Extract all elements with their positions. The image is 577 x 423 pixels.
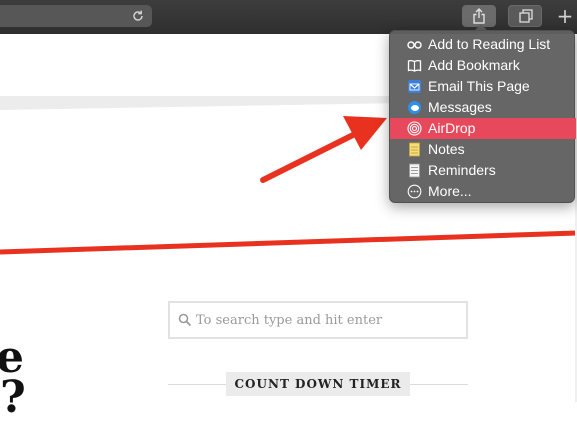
reading-list-icon [407, 41, 422, 49]
menu-item-label: Notes [428, 141, 465, 157]
accent-divider-line [0, 230, 577, 255]
new-tab-button[interactable]: + [553, 5, 577, 29]
widget-title: COUNT DOWN TIMER [226, 372, 410, 396]
annotation-arrow [260, 116, 387, 183]
address-bar[interactable] [0, 5, 152, 27]
more-icon [407, 184, 422, 199]
reload-icon[interactable] [130, 8, 146, 24]
menu-item-label: Messages [428, 99, 492, 115]
menu-item-label: AirDrop [428, 120, 476, 136]
reminders-icon [409, 163, 420, 178]
menu-item-email-this-page[interactable]: Email This Page [390, 76, 576, 97]
menu-item-reminders[interactable]: Reminders [390, 160, 576, 181]
menu-item-label: Add Bookmark [428, 57, 520, 73]
menu-item-add-bookmark[interactable]: Add Bookmark [390, 55, 576, 76]
menu-item-label: Email This Page [428, 78, 530, 94]
menu-item-notes[interactable]: Notes [390, 139, 576, 160]
menu-item-add-to-reading-list[interactable]: Add to Reading List [390, 34, 576, 55]
notes-icon [409, 142, 420, 157]
share-icon [473, 8, 485, 24]
search-input[interactable] [196, 310, 456, 330]
menu-item-label: Reminders [428, 162, 496, 178]
menu-item-label: Add to Reading List [428, 36, 551, 52]
airdrop-icon [407, 121, 422, 136]
menu-item-more[interactable]: More... [390, 181, 576, 202]
bookmark-book-icon [407, 59, 422, 72]
mail-icon [408, 80, 421, 93]
search-box[interactable] [168, 301, 468, 339]
messages-icon [408, 101, 421, 114]
menu-item-label: More... [428, 183, 472, 199]
menu-item-airdrop[interactable]: AirDrop [390, 118, 576, 139]
tabs-overview-icon [519, 9, 533, 23]
tab-overview-button[interactable] [508, 5, 542, 27]
share-menu: Add to Reading List Add Bookmark Email T… [389, 30, 576, 203]
search-icon [178, 313, 192, 327]
menu-item-messages[interactable]: Messages [390, 97, 576, 118]
heading-fragment: ? [0, 372, 26, 423]
